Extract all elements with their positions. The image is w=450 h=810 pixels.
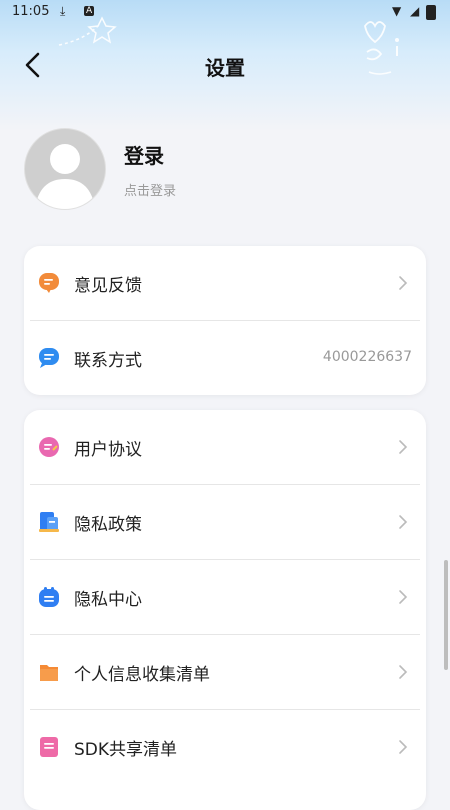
login-title[interactable]: 登录	[124, 140, 164, 169]
contact-phone: 4000226637	[322, 349, 412, 365]
feedback-icon	[39, 273, 59, 293]
privacy-center-label: 隐私中心	[74, 590, 142, 610]
privacy-center-row[interactable]: 隐私中心	[30, 560, 420, 635]
feedback-label: 意见反馈	[74, 276, 142, 296]
chevron-right-icon	[399, 440, 408, 454]
legal-card: 用户协议 隐私政策 隐私中心 个人信息收集清单 SDK共享清单	[24, 410, 426, 810]
sdk-share-label: SDK共享清单	[74, 740, 178, 760]
feedback-row[interactable]: 意见反馈	[30, 246, 420, 321]
avatar[interactable]	[24, 128, 106, 210]
sdk-share-icon	[40, 737, 58, 757]
user-agreement-icon	[39, 437, 59, 457]
privacy-policy-label: 隐私政策	[74, 515, 142, 535]
contact-icon	[39, 348, 59, 368]
chevron-right-icon	[399, 515, 408, 529]
profile-section[interactable]: 登录 点击登录	[24, 128, 424, 210]
status-time: 11:05	[12, 4, 50, 19]
personal-info-label: 个人信息收集清单	[74, 665, 210, 685]
personal-info-row[interactable]: 个人信息收集清单	[30, 635, 420, 710]
contact-label: 联系方式	[74, 351, 142, 371]
page-title: 设置	[205, 56, 245, 80]
chevron-right-icon	[399, 665, 408, 679]
user-agreement-row[interactable]: 用户协议	[30, 410, 420, 485]
battery-icon	[426, 5, 436, 20]
contact-row[interactable]: 联系方式 4000226637	[30, 321, 420, 395]
privacy-center-icon	[39, 587, 59, 607]
personal-info-icon	[40, 665, 58, 681]
top-bar: 设置	[0, 40, 450, 90]
login-subtitle[interactable]: 点击登录	[124, 180, 176, 199]
privacy-policy-icon	[39, 512, 59, 532]
support-card: 意见反馈 联系方式 4000226637	[24, 246, 426, 395]
privacy-policy-row[interactable]: 隐私政策	[30, 485, 420, 560]
chevron-right-icon	[399, 276, 408, 290]
chevron-right-icon	[399, 590, 408, 604]
sdk-share-row[interactable]: SDK共享清单	[30, 710, 420, 784]
scrollbar[interactable]	[444, 560, 448, 670]
chevron-right-icon	[399, 740, 408, 754]
user-agreement-label: 用户协议	[74, 440, 142, 460]
default-avatar-icon	[35, 144, 95, 209]
